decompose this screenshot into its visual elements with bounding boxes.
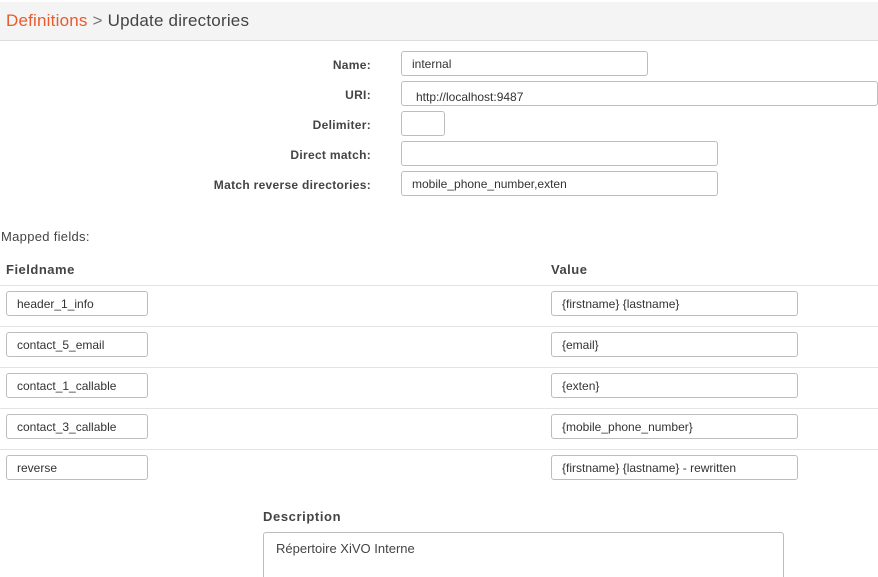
breadcrumb-definitions-link[interactable]: Definitions (6, 11, 88, 30)
page-header: Definitions > Update directories (0, 2, 878, 41)
breadcrumb-separator: > (92, 11, 103, 30)
direct-match-label: Direct match: (290, 148, 371, 162)
value-input[interactable] (551, 455, 798, 480)
fieldname-input[interactable] (6, 291, 148, 316)
name-label: Name: (332, 58, 371, 72)
description-textarea[interactable]: Répertoire XiVO Interne (263, 532, 784, 577)
description-label: Description (263, 509, 342, 524)
fieldname-input[interactable] (6, 414, 148, 439)
page-title: Update directories (107, 11, 250, 30)
row-divider (0, 326, 878, 327)
fieldname-input[interactable] (6, 332, 148, 357)
value-header: Value (551, 262, 588, 277)
mapped-fields-label: Mapped fields: (1, 229, 90, 244)
uri-label: URI: (345, 88, 371, 102)
row-divider (0, 449, 878, 450)
value-input[interactable] (551, 291, 798, 316)
value-input[interactable] (551, 332, 798, 357)
value-input[interactable] (551, 373, 798, 398)
match-reverse-input[interactable] (401, 171, 718, 196)
fieldname-input[interactable] (6, 373, 148, 398)
row-divider (0, 367, 878, 368)
name-input[interactable] (401, 51, 648, 76)
value-input[interactable] (551, 414, 798, 439)
match-reverse-label: Match reverse directories: (213, 178, 371, 192)
delimiter-input[interactable] (401, 111, 445, 136)
uri-input[interactable] (401, 81, 878, 106)
fieldname-input[interactable] (6, 455, 148, 480)
table-divider (0, 285, 878, 286)
direct-match-input[interactable] (401, 141, 718, 166)
row-divider (0, 408, 878, 409)
fieldname-header: Fieldname (6, 262, 75, 277)
delimiter-label: Delimiter: (312, 118, 371, 132)
breadcrumb: Definitions > Update directories (6, 11, 249, 31)
